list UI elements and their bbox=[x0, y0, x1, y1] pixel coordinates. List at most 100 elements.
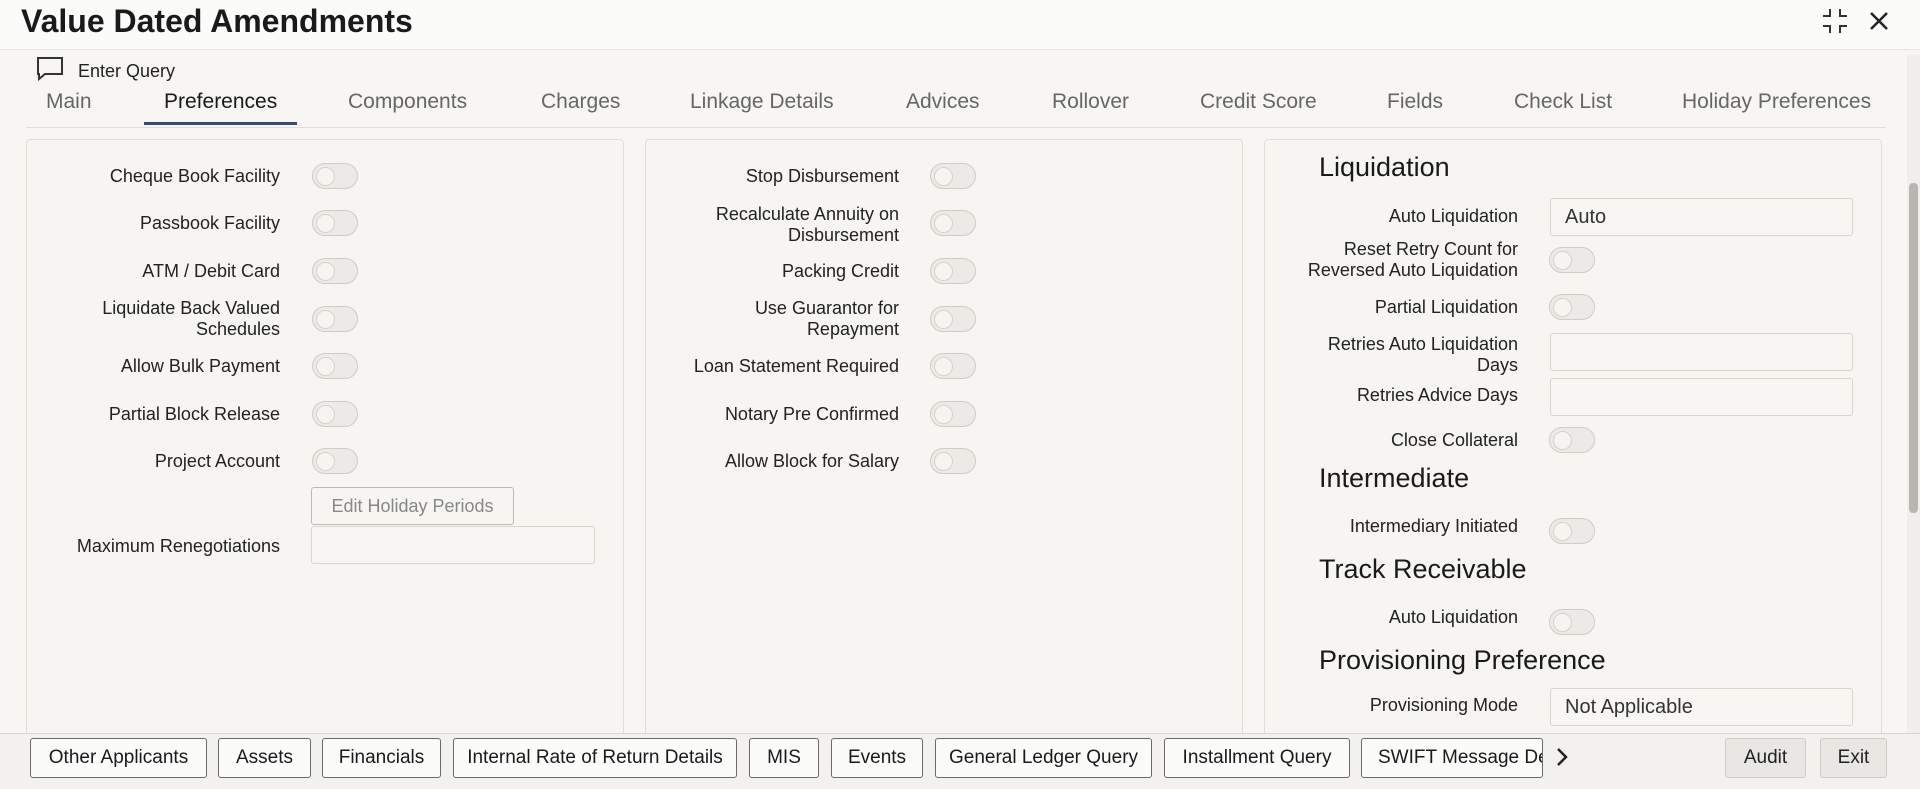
enter-query-button[interactable]: Enter Query bbox=[36, 56, 175, 87]
chat-icon bbox=[36, 56, 64, 87]
provisioning-mode-label: Provisioning Mode bbox=[1369, 695, 1518, 715]
close-icon[interactable] bbox=[1864, 6, 1894, 36]
installment-query-button[interactable]: Installment Query bbox=[1164, 738, 1350, 778]
track-auto-liquidation-toggle[interactable] bbox=[1549, 609, 1595, 635]
edit-holiday-periods-button[interactable]: Edit Holiday Periods bbox=[311, 487, 514, 525]
passbook-toggle[interactable] bbox=[312, 210, 358, 236]
preferences-panel-right: Liquidation Auto Liquidation Auto Reset … bbox=[1264, 139, 1882, 739]
provisioning-preference-heading: Provisioning Preference bbox=[1319, 645, 1606, 675]
liquidate-back-label-line2: Schedules bbox=[195, 319, 280, 339]
window-controls bbox=[1820, 6, 1894, 36]
project-account-toggle[interactable] bbox=[312, 448, 358, 474]
page-title: Value Dated Amendments bbox=[21, 3, 413, 39]
tab-credit-score[interactable]: Credit Score bbox=[1180, 90, 1337, 122]
bulk-payment-toggle[interactable] bbox=[312, 353, 358, 379]
partial-liquidation-toggle[interactable] bbox=[1549, 294, 1595, 320]
guarantor-label-line1: Use Guarantor for bbox=[754, 298, 899, 318]
reset-retry-label-line2: Reversed Auto Liquidation bbox=[1307, 260, 1518, 280]
max-renegotiations-input[interactable] bbox=[311, 526, 595, 564]
loan-statement-toggle[interactable] bbox=[930, 353, 976, 379]
retries-auto-liq-days-label: Retries Auto Liquidation Days bbox=[1328, 334, 1518, 376]
guarantor-toggle[interactable] bbox=[930, 306, 976, 332]
swift-message-details-button[interactable]: SWIFT Message Det bbox=[1361, 738, 1543, 778]
recalculate-annuity-toggle[interactable] bbox=[930, 210, 976, 236]
liquidate-back-toggle[interactable] bbox=[312, 306, 358, 332]
atm-toggle[interactable] bbox=[312, 258, 358, 284]
assets-button[interactable]: Assets bbox=[218, 738, 311, 778]
collapse-icon[interactable] bbox=[1820, 6, 1850, 36]
block-salary-label: Allow Block for Salary bbox=[724, 451, 899, 471]
exit-button[interactable]: Exit bbox=[1820, 738, 1887, 778]
max-renegotiations-label: Maximum Renegotiations bbox=[76, 536, 280, 556]
recalculate-annuity-label-line1: Recalculate Annuity on bbox=[715, 204, 899, 224]
reset-retry-toggle[interactable] bbox=[1549, 247, 1595, 273]
tab-linkage-details[interactable]: Linkage Details bbox=[670, 90, 854, 122]
notary-label: Notary Pre Confirmed bbox=[724, 404, 899, 424]
cheque-book-toggle[interactable] bbox=[312, 163, 358, 189]
guarantor-label-line2: Repayment bbox=[806, 319, 899, 339]
vertical-scrollbar[interactable] bbox=[1907, 55, 1920, 733]
financials-button[interactable]: Financials bbox=[322, 738, 441, 778]
retries-auto-liq-days-label-line1: Retries Auto Liquidation bbox=[1327, 334, 1518, 354]
track-auto-liquidation-label: Auto Liquidation bbox=[1388, 607, 1518, 627]
partial-block-label: Partial Block Release bbox=[108, 404, 280, 424]
stop-disbursement-toggle[interactable] bbox=[930, 163, 976, 189]
packing-credit-toggle[interactable] bbox=[930, 258, 976, 284]
tab-main[interactable]: Main bbox=[26, 90, 112, 122]
enter-query-label: Enter Query bbox=[78, 61, 176, 81]
preferences-panel-middle: Stop Disbursement Recalculate Annuity on… bbox=[645, 139, 1243, 739]
cheque-book-label: Cheque Book Facility bbox=[109, 166, 280, 186]
scrollbar-thumb[interactable] bbox=[1909, 183, 1918, 513]
block-salary-toggle[interactable] bbox=[930, 448, 976, 474]
tab-preferences[interactable]: Preferences bbox=[144, 90, 298, 125]
title-bar: Value Dated Amendments bbox=[0, 0, 1920, 50]
gl-query-button[interactable]: General Ledger Query bbox=[935, 738, 1152, 778]
notary-toggle[interactable] bbox=[930, 401, 976, 427]
events-button[interactable]: Events bbox=[831, 738, 923, 778]
close-collateral-toggle[interactable] bbox=[1549, 427, 1595, 453]
intermediary-initiated-toggle[interactable] bbox=[1549, 518, 1595, 544]
auto-liquidation-select[interactable]: Auto bbox=[1550, 198, 1853, 236]
retries-auto-liq-days-input[interactable] bbox=[1550, 333, 1853, 371]
intermediate-heading: Intermediate bbox=[1319, 463, 1470, 493]
retries-auto-liq-days-label-line2: Days bbox=[1476, 355, 1518, 375]
audit-button[interactable]: Audit bbox=[1725, 738, 1806, 778]
tab-bar: Main Preferences Components Charges Link… bbox=[26, 84, 1886, 128]
track-receivable-heading: Track Receivable bbox=[1319, 554, 1527, 584]
retries-advice-days-label: Retries Advice Days bbox=[1356, 385, 1518, 405]
tab-components[interactable]: Components bbox=[328, 90, 487, 122]
recalculate-annuity-label: Recalculate Annuity on Disbursement bbox=[716, 204, 899, 246]
liquidation-heading: Liquidation bbox=[1319, 152, 1450, 182]
close-collateral-label: Close Collateral bbox=[1390, 430, 1518, 450]
recalculate-annuity-label-line2: Disbursement bbox=[787, 225, 899, 245]
intermediary-initiated-label: Intermediary Initiated bbox=[1349, 516, 1518, 536]
partial-liquidation-label: Partial Liquidation bbox=[1374, 297, 1518, 317]
project-account-label: Project Account bbox=[154, 451, 280, 471]
tab-rollover[interactable]: Rollover bbox=[1032, 90, 1149, 122]
tab-check-list[interactable]: Check List bbox=[1494, 90, 1632, 122]
other-applicants-button[interactable]: Other Applicants bbox=[30, 738, 207, 778]
tab-fields[interactable]: Fields bbox=[1367, 90, 1463, 122]
liquidate-back-label-line1: Liquidate Back Valued bbox=[102, 298, 280, 318]
packing-credit-label: Packing Credit bbox=[781, 261, 899, 281]
tab-charges[interactable]: Charges bbox=[521, 90, 640, 122]
provisioning-mode-select[interactable]: Not Applicable bbox=[1550, 688, 1853, 726]
passbook-label: Passbook Facility bbox=[139, 213, 280, 233]
retries-advice-days-input[interactable] bbox=[1550, 378, 1853, 416]
auto-liquidation-label: Auto Liquidation bbox=[1388, 206, 1518, 226]
reset-retry-label-line1: Reset Retry Count for bbox=[1343, 239, 1518, 259]
chevron-right-icon[interactable] bbox=[1552, 742, 1572, 772]
footer-toolbar: Other Applicants Assets Financials Inter… bbox=[0, 733, 1920, 789]
tab-advices[interactable]: Advices bbox=[886, 90, 1000, 122]
preferences-panel-left: Cheque Book Facility Passbook Facility A… bbox=[26, 139, 624, 739]
partial-block-toggle[interactable] bbox=[312, 401, 358, 427]
tab-holiday-preferences[interactable]: Holiday Preferences bbox=[1662, 90, 1891, 122]
stop-disbursement-label: Stop Disbursement bbox=[745, 166, 899, 186]
irr-details-button[interactable]: Internal Rate of Return Details bbox=[453, 738, 737, 778]
loan-statement-label: Loan Statement Required bbox=[693, 356, 899, 376]
mis-button[interactable]: MIS bbox=[749, 738, 819, 778]
guarantor-label: Use Guarantor for Repayment bbox=[755, 298, 899, 340]
atm-label: ATM / Debit Card bbox=[142, 261, 280, 281]
liquidate-back-label: Liquidate Back Valued Schedules bbox=[102, 298, 280, 340]
reset-retry-label: Reset Retry Count for Reversed Auto Liqu… bbox=[1308, 239, 1518, 281]
